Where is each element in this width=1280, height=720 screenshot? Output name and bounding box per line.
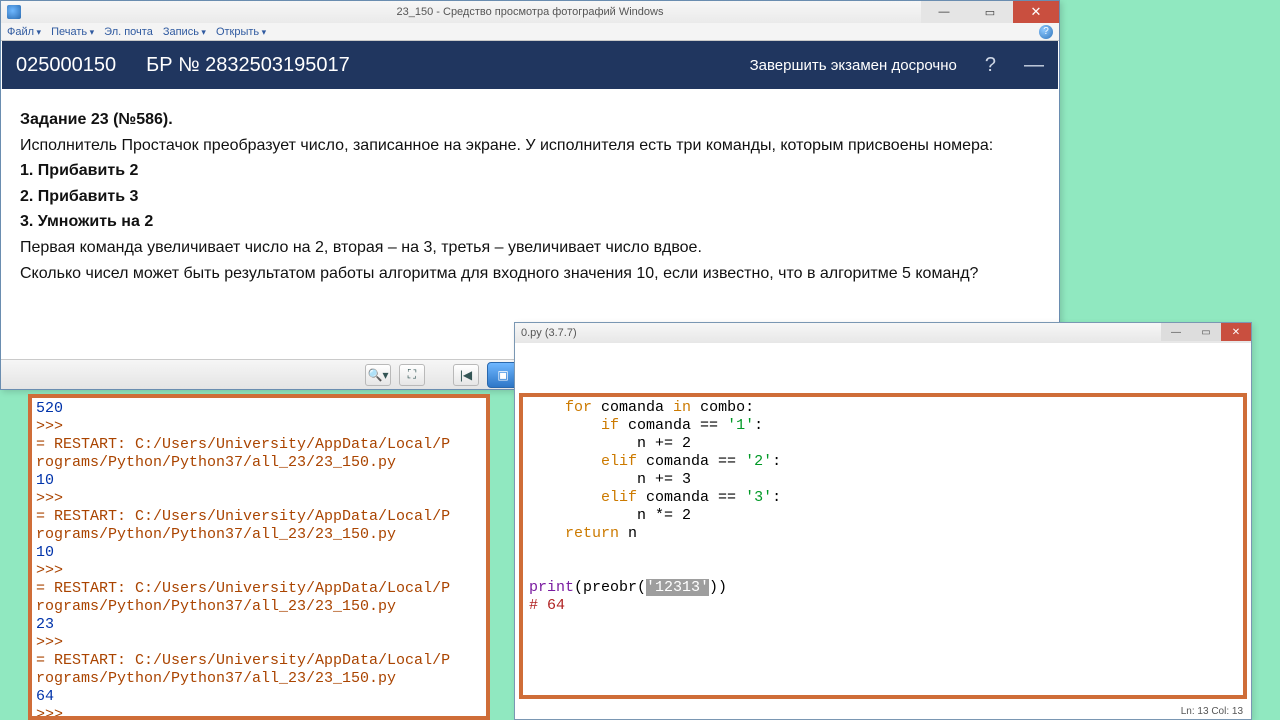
editor-title-text: 0.py (3.7.7) (521, 327, 577, 339)
shell-output[interactable]: 520 >>> = RESTART: C:/Users/University/A… (32, 398, 486, 716)
editor-window: 0.py (3.7.7) — ▭ ✕ for comanda in combo:… (514, 322, 1252, 720)
collapse-dash[interactable]: — (1024, 54, 1044, 77)
task-cmd1: 1. Прибавить 2 (20, 158, 1040, 184)
exam-code1: 025000150 (16, 54, 116, 77)
zoom-button[interactable]: 🔍▾ (365, 364, 391, 386)
menu-save[interactable]: Запись (163, 26, 206, 38)
ed-maximize-button[interactable]: ▭ (1191, 323, 1221, 341)
task-cmd3: 3. Умножить на 2 (20, 209, 1040, 235)
task-heading: Задание 23 (№586). (20, 107, 1040, 133)
help-icon[interactable]: ? (1039, 25, 1053, 39)
ed-close-button[interactable]: ✕ (1221, 323, 1251, 341)
window-buttons: — ▭ ✕ (921, 1, 1059, 23)
menu-print[interactable]: Печать (51, 26, 94, 38)
task-cmd2: 2. Прибавить 3 (20, 184, 1040, 210)
ed-minimize-button[interactable]: — (1161, 323, 1191, 341)
prev-button[interactable]: |◀ (453, 364, 479, 386)
task-p2: Первая команда увеличивает число на 2, в… (20, 235, 1040, 261)
exam-bar: 025000150 БР № 2832503195017 Завершить э… (2, 41, 1058, 89)
task-p1: Исполнитель Простачок преобразует число,… (20, 133, 1040, 159)
task-p3: Сколько чисел может быть результатом раб… (20, 261, 1040, 287)
menu-email[interactable]: Эл. почта (104, 26, 153, 38)
fit-button[interactable]: ⛶ (399, 364, 425, 386)
editor-code-area[interactable]: for comanda in combo: if comanda == '1':… (519, 393, 1247, 699)
pv-content: 025000150 БР № 2832503195017 Завершить э… (2, 41, 1058, 359)
idle-shell-window: 520 >>> = RESTART: C:/Users/University/A… (28, 394, 490, 720)
finish-exam-link[interactable]: Завершить экзамен досрочно (750, 57, 957, 74)
pv-app-icon (7, 5, 21, 19)
maximize-button[interactable]: ▭ (967, 1, 1013, 23)
editor-titlebar[interactable]: 0.py (3.7.7) — ▭ ✕ (515, 323, 1251, 343)
exam-code2: БР № 2832503195017 (146, 54, 350, 77)
menu-open[interactable]: Открыть (216, 26, 266, 38)
pv-menubar: Файл Печать Эл. почта Запись Открыть ? (1, 23, 1059, 41)
close-button[interactable]: ✕ (1013, 1, 1059, 23)
help-question[interactable]: ? (985, 54, 996, 77)
minimize-button[interactable]: — (921, 1, 967, 23)
editor-status: Ln: 13 Col: 13 (1181, 706, 1243, 717)
pv-title-text: 23_150 - Средство просмотра фотографий W… (397, 6, 664, 18)
task-body: Задание 23 (№586). Исполнитель Простачок… (2, 89, 1058, 304)
menu-file[interactable]: Файл (7, 26, 41, 38)
pv-titlebar[interactable]: 23_150 - Средство просмотра фотографий W… (1, 1, 1059, 23)
